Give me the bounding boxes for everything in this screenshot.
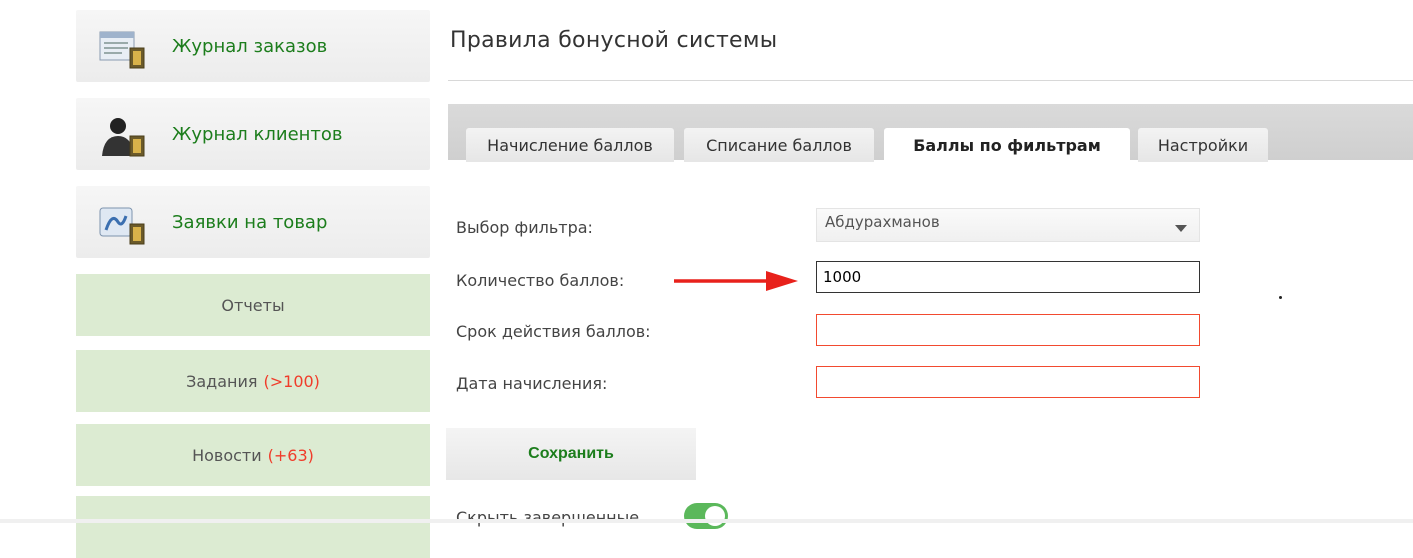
hide-completed-toggle[interactable] <box>684 503 728 529</box>
news-count-badge: (+63) <box>267 445 314 465</box>
filter-label: Выбор фильтра: <box>456 218 593 237</box>
title-divider <box>448 80 1413 81</box>
sidebar-item-label: Задания <box>186 371 258 391</box>
sidebar-item-label: Журнал заказов <box>172 35 328 57</box>
bottom-edge <box>0 519 1413 523</box>
tasks-count-badge: (>100) <box>263 371 320 391</box>
tab-writeoff[interactable]: Списание баллов <box>684 128 874 162</box>
date-label: Дата начисления: <box>456 374 608 393</box>
red-arrow-annotation <box>674 271 798 291</box>
sidebar-item-product-requests[interactable]: Заявки на товар <box>76 186 430 258</box>
points-input[interactable] <box>816 261 1200 293</box>
tab-filter-points[interactable]: Баллы по фильтрам <box>884 128 1130 162</box>
date-input[interactable] <box>816 366 1200 398</box>
sidebar-item-orders[interactable]: Журнал заказов <box>76 10 430 82</box>
product-requests-icon <box>99 207 145 245</box>
sidebar-item-partial[interactable] <box>76 496 430 558</box>
sidebar-item-label: Новости <box>192 445 262 465</box>
validity-input[interactable] <box>816 314 1200 346</box>
chevron-down-icon <box>1175 225 1187 232</box>
tab-accrual[interactable]: Начисление баллов <box>466 128 674 162</box>
clients-icon <box>102 118 145 157</box>
filter-select[interactable]: Абдурахманов <box>816 208 1200 242</box>
sidebar-item-reports[interactable]: Отчеты <box>76 274 430 336</box>
sidebar-item-label: Отчеты <box>221 295 285 315</box>
stray-dot <box>1279 296 1282 299</box>
sidebar-item-label: Журнал клиентов <box>172 123 343 145</box>
sidebar-item-clients[interactable]: Журнал клиентов <box>76 98 430 170</box>
validity-label: Срок действия баллов: <box>456 322 651 341</box>
sidebar-item-label: Заявки на товар <box>172 211 328 233</box>
tab-settings[interactable]: Настройки <box>1138 128 1268 162</box>
sidebar-item-news[interactable]: Новости (+63) <box>76 424 430 486</box>
save-button[interactable]: Сохранить <box>446 428 696 480</box>
toggle-knob <box>705 506 725 526</box>
hide-completed-label: Скрыть завершенные <box>456 508 640 527</box>
filter-select-value: Абдурахманов <box>825 213 940 231</box>
points-label: Количество баллов: <box>456 271 625 290</box>
sidebar-item-tasks[interactable]: Задания (>100) <box>76 350 430 412</box>
page-title: Правила бонусной системы <box>450 28 778 53</box>
order-journal-icon <box>99 31 145 69</box>
